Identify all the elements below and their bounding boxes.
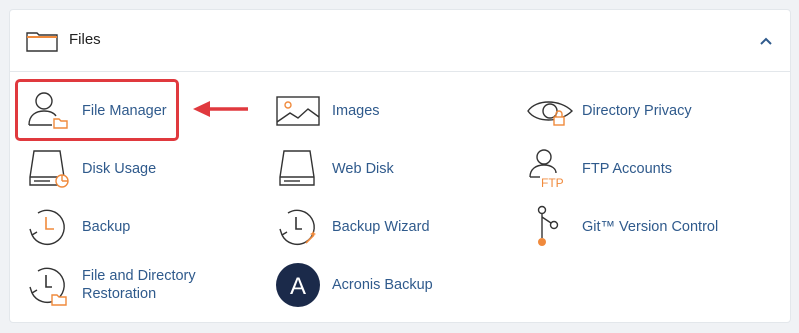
backup-icon xyxy=(29,209,65,245)
item-label: Web Disk xyxy=(332,161,394,177)
item-label: Git™ Version Control xyxy=(582,219,719,235)
svg-text:FTP: FTP xyxy=(541,176,564,190)
item-label: Directory Privacy xyxy=(582,103,692,119)
item-label: Acronis Backup xyxy=(332,277,433,293)
item-label: FTP Accounts xyxy=(582,161,672,177)
item-label: Backup Wizard xyxy=(332,219,430,235)
images-icon xyxy=(276,96,320,126)
file-restoration-link[interactable]: File and Directory Restoration xyxy=(26,263,216,307)
disk-usage-link[interactable]: Disk Usage xyxy=(26,147,166,191)
arrow-left-icon xyxy=(193,101,248,117)
ftp-accounts-link[interactable]: FTP FTP Accounts xyxy=(526,147,676,191)
item-label: File and Directory Restoration xyxy=(82,263,196,307)
acronis-backup-icon: A xyxy=(276,263,320,307)
directory-privacy-link[interactable]: Directory Privacy xyxy=(526,89,696,133)
ftp-accounts-icon: FTP xyxy=(529,149,564,190)
backup-link[interactable]: Backup xyxy=(26,205,136,249)
git-version-control-link[interactable]: Git™ Version Control xyxy=(526,205,726,249)
disk-usage-icon xyxy=(29,150,69,188)
item-label-line2: Restoration xyxy=(82,286,157,302)
web-disk-link[interactable]: Web Disk xyxy=(276,147,406,191)
item-label: Images xyxy=(332,103,380,119)
item-label-line1: File and Directory xyxy=(82,268,196,284)
folder-icon xyxy=(26,32,58,52)
git-version-control-icon xyxy=(537,205,559,246)
backup-wizard-icon xyxy=(279,209,316,245)
backup-wizard-link[interactable]: Backup Wizard xyxy=(276,205,436,249)
images-link[interactable]: Images xyxy=(276,89,386,133)
panel-title: Files xyxy=(69,31,101,48)
acronis-backup-link[interactable]: A Acronis Backup xyxy=(276,263,446,307)
panel-header[interactable]: Files xyxy=(10,10,790,72)
chevron-up-icon[interactable] xyxy=(758,34,774,50)
web-disk-icon xyxy=(279,150,315,186)
item-label: Backup xyxy=(82,219,131,235)
highlight-box xyxy=(15,79,179,141)
directory-privacy-icon xyxy=(527,101,573,126)
svg-text:A: A xyxy=(290,273,306,300)
file-restoration-icon xyxy=(29,267,67,306)
item-label: Disk Usage xyxy=(82,161,157,177)
